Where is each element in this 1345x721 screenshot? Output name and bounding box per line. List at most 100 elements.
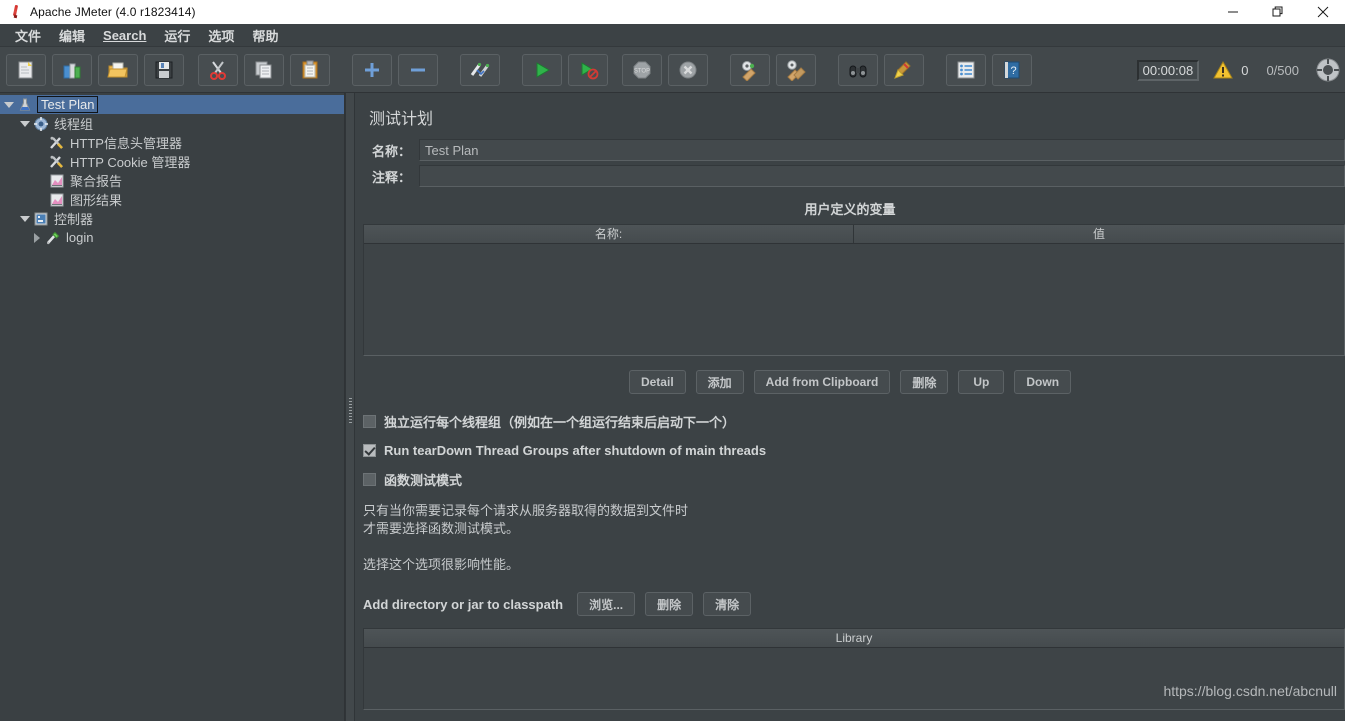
header-manager-icon: [48, 134, 66, 151]
reset-search-button[interactable]: [884, 53, 924, 86]
help-line-1: 只有当你需要记录每个请求从服务器取得的数据到文件时: [363, 503, 689, 518]
main-split: Test Plan 线程组 HTTP信息头管理器 HTTP Cookie 管理器…: [0, 93, 1345, 721]
user-defined-variables-title: 用户定义的变量: [804, 202, 896, 217]
test-plan-tree-panel[interactable]: Test Plan 线程组 HTTP信息头管理器 HTTP Cookie 管理器…: [0, 93, 345, 721]
warning-triangle-icon: [1213, 61, 1234, 79]
cut-scissors-icon: [210, 60, 226, 80]
maximize-icon[interactable]: [1255, 0, 1300, 24]
plus-icon: [365, 62, 379, 77]
jmeter-pen-icon: [8, 4, 24, 20]
functional-test-mode-row[interactable]: 函数测试模式: [363, 470, 1345, 488]
variable-actions: Detail 添加 Add from Clipboard 删除 Up Down: [355, 370, 1345, 394]
add-from-clipboard-button[interactable]: Add from Clipboard: [753, 370, 891, 394]
tree-node-label: HTTP Cookie 管理器: [70, 155, 191, 170]
warning-indicator[interactable]: 0: [1213, 61, 1248, 79]
menu-file[interactable]: 文件: [6, 24, 50, 47]
open-button[interactable]: [98, 53, 138, 86]
stop-button[interactable]: STOP: [622, 53, 662, 86]
classpath-clear-button[interactable]: 清除: [703, 592, 752, 616]
browse-button[interactable]: 浏览...: [577, 592, 636, 616]
search-button[interactable]: [838, 53, 878, 86]
down-button[interactable]: Down: [1014, 370, 1072, 394]
classpath-label: Add directory or jar to classpath: [363, 596, 564, 612]
library-table-body[interactable]: [364, 648, 1344, 709]
cut-button[interactable]: [198, 53, 238, 86]
column-header-name[interactable]: 名称:: [364, 225, 854, 243]
run-thread-groups-consecutively-row[interactable]: 独立运行每个线程组（例如在一个组运行结束后启动下一个）: [363, 412, 1345, 430]
tree-node-controller[interactable]: 控制器: [0, 209, 344, 228]
clear-all-button[interactable]: [776, 53, 816, 86]
chevron-down-icon[interactable]: [18, 114, 32, 133]
elapsed-timer: 00:00:08: [1136, 59, 1200, 81]
add-button[interactable]: 添加: [695, 370, 744, 394]
save-button[interactable]: [144, 53, 184, 86]
function-helper-button[interactable]: [946, 53, 986, 86]
run-thread-groups-consecutively-label: 独立运行每个线程组（例如在一个组运行结束后启动下一个）: [384, 414, 736, 430]
functional-test-mode-label: 函数测试模式: [384, 472, 463, 488]
run-teardown-thread-groups-checkbox[interactable]: [363, 443, 376, 457]
help-line-4: 选择这个选项很影响性能。: [363, 557, 520, 572]
comment-input[interactable]: [419, 165, 1345, 187]
tree-node-label: 线程组: [54, 117, 94, 132]
menu-help[interactable]: 帮助: [243, 24, 287, 47]
user-defined-variables-table[interactable]: 名称: 值: [363, 224, 1345, 356]
split-pane-divider[interactable]: [345, 93, 355, 721]
chevron-down-icon[interactable]: [18, 209, 32, 228]
close-icon[interactable]: [1300, 0, 1345, 24]
remote-circle-icon[interactable]: [1315, 57, 1341, 83]
tree-node-graph-results[interactable]: 图形结果: [0, 190, 344, 209]
divider-grip[interactable]: [349, 398, 352, 424]
menu-edit[interactable]: 编辑: [50, 24, 94, 47]
window-title: Apache JMeter (4.0 r1823414): [30, 5, 196, 19]
tree-node-login[interactable]: login: [0, 228, 344, 247]
functional-test-mode-checkbox[interactable]: [363, 472, 376, 486]
classpath-delete-button[interactable]: 删除: [645, 592, 694, 616]
chevron-down-icon[interactable]: [2, 95, 16, 114]
name-input[interactable]: [419, 139, 1345, 161]
tree-node-label: 图形结果: [70, 193, 123, 208]
minus-icon: [411, 68, 425, 71]
menu-run[interactable]: 运行: [155, 24, 199, 47]
thread-counter: 0/500: [1266, 62, 1299, 78]
copy-button[interactable]: [244, 53, 284, 86]
start-button[interactable]: [522, 53, 562, 86]
templates-button[interactable]: [52, 53, 92, 86]
clear-broom-icon: [742, 60, 756, 81]
menu-options[interactable]: 选项: [199, 24, 243, 47]
minimize-icon[interactable]: [1210, 0, 1255, 24]
menu-search[interactable]: Search: [94, 26, 155, 45]
help-button[interactable]: ?: [992, 53, 1032, 86]
delete-button[interactable]: 删除: [900, 370, 949, 394]
cookie-manager-icon: [48, 153, 66, 170]
tree-node-test-plan[interactable]: Test Plan: [0, 95, 344, 114]
detail-button[interactable]: Detail: [628, 370, 686, 394]
toggle-pencils-icon: [470, 62, 490, 77]
function-helper-icon: [957, 61, 975, 78]
tree-node-http-cookie-manager[interactable]: HTTP Cookie 管理器: [0, 152, 344, 171]
paste-button[interactable]: [290, 53, 330, 86]
shutdown-button[interactable]: [668, 53, 708, 86]
collapse-all-button[interactable]: [398, 53, 438, 86]
expand-all-button[interactable]: [352, 53, 392, 86]
help-book-icon: ?: [1004, 61, 1020, 78]
binoculars-icon: [849, 65, 867, 77]
table-header-row: 名称: 值: [364, 225, 1344, 244]
sampler-icon: [44, 229, 62, 246]
start-no-pauses-button[interactable]: [568, 53, 608, 86]
table-body[interactable]: [364, 244, 1344, 355]
thread-group-icon: [32, 115, 50, 132]
column-header-library[interactable]: Library: [364, 629, 1344, 648]
run-teardown-thread-groups-row[interactable]: Run tearDown Thread Groups after shutdow…: [363, 441, 1345, 459]
tree-node-aggregate-report[interactable]: 聚合报告: [0, 171, 344, 190]
shutdown-x-icon: [679, 61, 697, 78]
chevron-right-icon[interactable]: [30, 228, 44, 247]
toggle-button[interactable]: [460, 53, 500, 86]
new-button[interactable]: [6, 53, 46, 86]
tree-node-http-header-manager[interactable]: HTTP信息头管理器: [0, 133, 344, 152]
run-thread-groups-consecutively-checkbox[interactable]: [363, 414, 376, 428]
column-header-value[interactable]: 值: [854, 225, 1344, 243]
tree-node-thread-group[interactable]: 线程组: [0, 114, 344, 133]
up-button[interactable]: Up: [958, 370, 1005, 394]
menu-search-label: Search: [103, 27, 147, 43]
clear-button[interactable]: [730, 53, 770, 86]
